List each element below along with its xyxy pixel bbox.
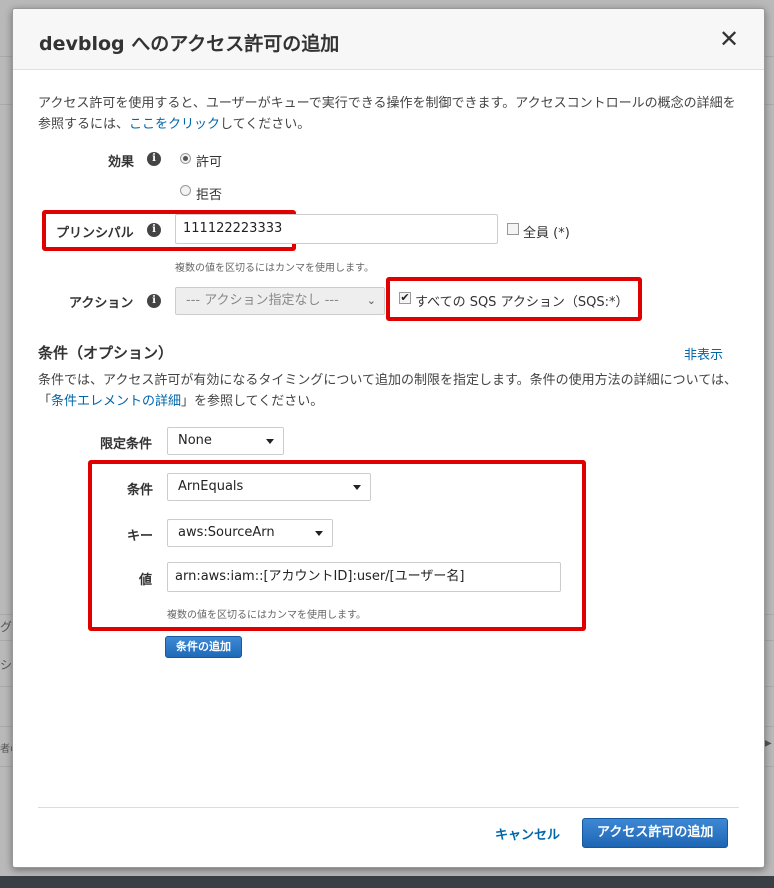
backdrop-footer-bar <box>0 876 774 888</box>
caret-down-icon <box>266 439 274 444</box>
info-icon[interactable]: i <box>147 294 161 308</box>
effect-deny-radio[interactable] <box>180 185 191 196</box>
action-select[interactable]: --- アクション指定なし --- ⌄ <box>175 287 385 315</box>
chevron-down-icon: ⌄ <box>366 294 376 307</box>
everyone-label: 全員 (*) <box>523 226 570 241</box>
add-permission-button[interactable]: アクセス許可の追加 <box>582 818 729 848</box>
intro-text: アクセス許可を使用すると、ユーザーがキューで実行できる操作を制御できます。アクセ… <box>38 96 736 132</box>
add-condition-button[interactable]: 条件の追加 <box>165 636 242 658</box>
condition-element-link[interactable]: 条件エレメントの詳細 <box>51 394 181 409</box>
conditions-heading: 条件（オプション） <box>38 344 174 362</box>
help-link[interactable]: ここをクリック <box>129 117 220 132</box>
condition-value-hint: 複数の値を区切るにはカンマを使用します。 <box>167 610 366 621</box>
key-label: キー <box>127 529 154 544</box>
backdrop-scroll-arrow: ▶ <box>764 738 772 749</box>
all-actions-label: すべての SQS アクション（SQS:*） <box>415 295 629 310</box>
key-select[interactable]: aws:SourceArn <box>167 519 333 547</box>
caret-down-icon <box>315 531 323 536</box>
effect-allow-radio[interactable] <box>180 153 191 164</box>
caret-down-icon <box>353 485 361 490</box>
dialog-header: devblog へのアクセス許可の追加 ✕ <box>13 9 764 70</box>
effect-allow-label: 許可 <box>196 155 223 170</box>
conditions-description: 条件では、アクセス許可が有効になるタイミングについて追加の制限を指定します。条件… <box>38 373 738 409</box>
footer-divider <box>38 807 739 808</box>
backdrop-text: グ <box>0 620 13 634</box>
close-icon[interactable]: ✕ <box>716 26 742 52</box>
all-actions-checkbox[interactable]: ✔ <box>399 292 411 304</box>
principal-input[interactable]: 111122223333 <box>175 214 498 244</box>
condition-select[interactable]: ArnEquals <box>167 473 371 501</box>
effect-deny-label: 拒否 <box>196 188 223 203</box>
qualifier-label: 限定条件 <box>100 437 153 452</box>
condition-value-input[interactable]: arn:aws:iam::[アカウントID]:user/[ユーザー名] <box>167 562 561 592</box>
hide-conditions-link[interactable]: 非表示 <box>684 344 723 363</box>
dialog-title: devblog へのアクセス許可の追加 <box>39 33 340 55</box>
info-icon[interactable]: i <box>147 152 161 166</box>
add-permission-dialog: devblog へのアクセス許可の追加 ✕ アクセス許可を使用すると、ユーザーが… <box>12 8 765 868</box>
backdrop-text: シ <box>0 658 13 672</box>
info-icon[interactable]: i <box>147 223 161 237</box>
principal-hint: 複数の値を区切るにはカンマを使用します。 <box>175 263 374 274</box>
qualifier-select[interactable]: None <box>167 427 284 455</box>
principal-label: プリンシパル <box>56 226 134 241</box>
action-label: アクション <box>69 296 134 311</box>
everyone-checkbox[interactable] <box>507 223 519 235</box>
cancel-button[interactable]: キャンセル <box>495 824 560 843</box>
condition-label: 条件 <box>127 483 154 498</box>
effect-label: 効果 <box>108 155 135 170</box>
value-label: 値 <box>139 573 153 588</box>
